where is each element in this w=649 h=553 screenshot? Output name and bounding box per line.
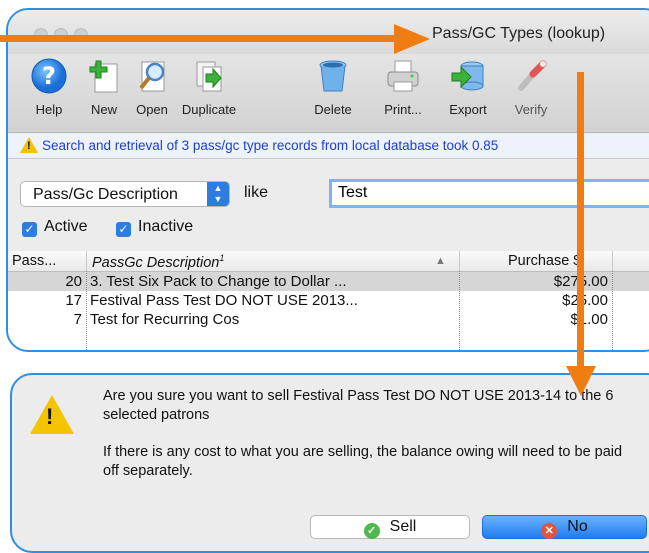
chevron-up-down-icon: ▲ ▼ — [207, 182, 229, 206]
checkmark-icon: ✓ — [22, 222, 37, 237]
warning-icon: ! — [20, 137, 38, 153]
close-icon: ✕ — [541, 523, 558, 539]
print-button[interactable]: Print... — [375, 58, 431, 117]
search-operator-label: like — [244, 184, 269, 201]
open-button[interactable]: Open — [124, 58, 180, 117]
help-icon: ? — [31, 58, 67, 94]
delete-icon — [315, 58, 351, 94]
export-icon — [450, 58, 486, 94]
table-header: Pass... PassGc Description1 ▲ Purchase $ — [8, 251, 649, 272]
confirm-dialog: ! Are you sure you want to sell Festival… — [10, 373, 649, 553]
duplicate-icon — [191, 58, 227, 94]
checkmark-icon: ✓ — [116, 222, 131, 237]
search-input[interactable] — [338, 184, 649, 202]
table-row[interactable]: 7 Test for Recurring Cos $1.00 — [8, 310, 649, 329]
verify-icon — [513, 58, 549, 94]
column-header-description[interactable]: PassGc Description1 — [92, 253, 224, 271]
svg-text:?: ? — [42, 62, 56, 90]
inactive-checkbox[interactable]: ✓ Inactive — [116, 218, 193, 237]
title-bar[interactable]: Pass/GC Types (lookup) — [8, 10, 649, 54]
column-header-purchase[interactable]: Purchase $ — [508, 253, 581, 269]
window-title: Pass/GC Types (lookup) — [432, 25, 606, 42]
status-text: Search and retrieval of 3 pass/gc type r… — [42, 138, 499, 153]
table-row[interactable]: 17 Festival Pass Test DO NOT USE 2013...… — [8, 291, 649, 310]
new-icon — [86, 58, 122, 94]
verify-button[interactable]: Verify — [503, 58, 559, 117]
dialog-note: If there is any cost to what you are sel… — [103, 444, 623, 479]
results-table: Pass... PassGc Description1 ▲ Purchase $… — [8, 251, 649, 350]
dialog-message: Are you sure you want to sell Festival P… — [103, 388, 614, 423]
search-input-box[interactable] — [329, 179, 649, 208]
delete-button[interactable]: Delete — [305, 58, 361, 117]
table-row[interactable]: 20 3. Test Six Pack to Change to Dollar … — [8, 272, 649, 291]
checkmark-icon: ✓ — [363, 523, 380, 539]
lookup-window: Pass/GC Types (lookup) ? Help New Open D… — [6, 8, 649, 352]
duplicate-button[interactable]: Duplicate — [181, 58, 237, 117]
open-icon — [134, 58, 170, 94]
sell-button[interactable]: ✓ Sell — [310, 515, 470, 539]
search-field-select[interactable]: Pass/Gc Description ▲ ▼ — [20, 181, 230, 207]
sort-ascending-icon: ▲ — [435, 255, 446, 267]
search-field-value: Pass/Gc Description — [33, 186, 178, 203]
help-button[interactable]: ? Help — [21, 58, 77, 117]
print-icon — [385, 58, 421, 94]
export-button[interactable]: Export — [440, 58, 496, 117]
no-button[interactable]: ✕ No — [482, 515, 647, 539]
column-header-id[interactable]: Pass... — [12, 253, 56, 269]
search-panel: Pass/Gc Description ▲▼ like ✓Active ✓Ina… — [8, 160, 649, 237]
active-checkbox[interactable]: ✓ Active — [22, 218, 88, 237]
toolbar: ? Help New Open Duplicate Delete Print..… — [8, 54, 649, 133]
status-bar: ! Search and retrieval of 3 pass/gc type… — [8, 134, 649, 159]
